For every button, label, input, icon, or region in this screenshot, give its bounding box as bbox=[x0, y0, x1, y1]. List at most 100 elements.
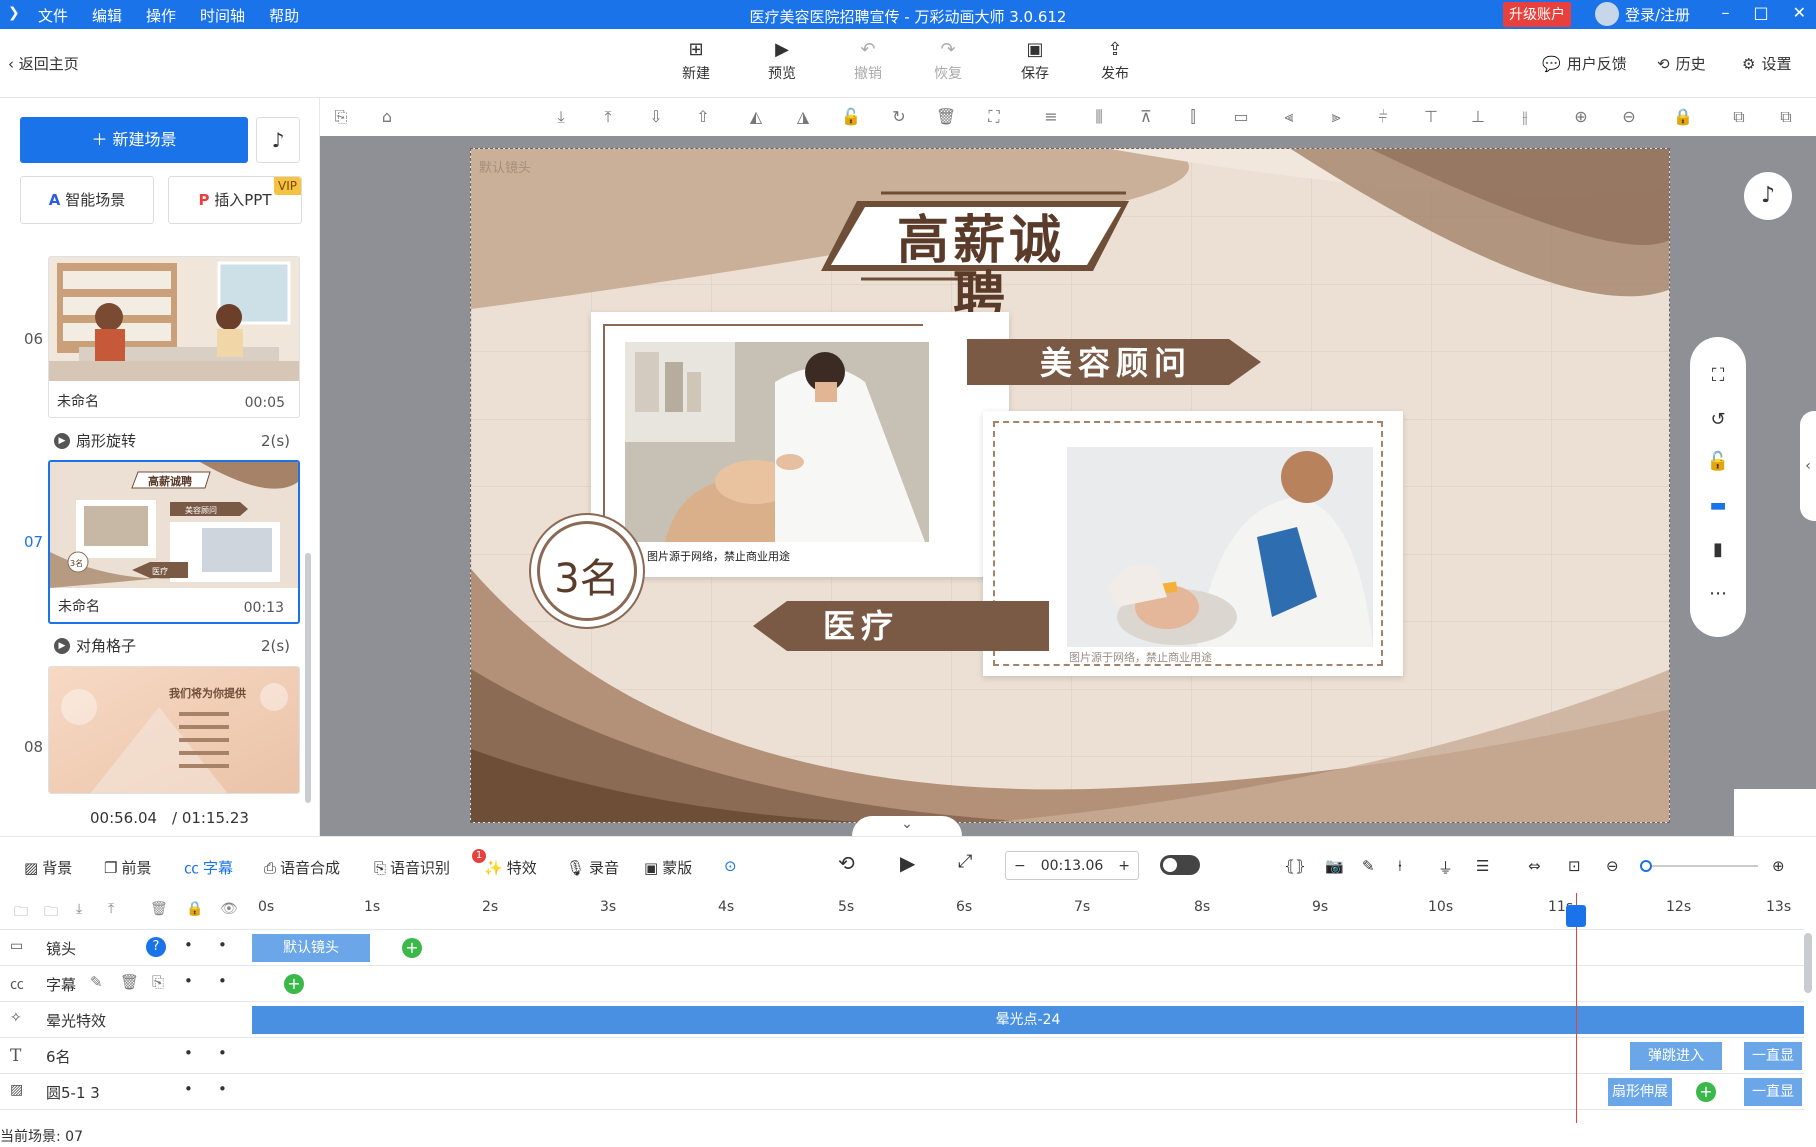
format-painter-icon[interactable]: ⎘ bbox=[330, 106, 352, 128]
playhead-handle[interactable] bbox=[1566, 905, 1586, 927]
add-keyframe-icon[interactable]: + bbox=[284, 974, 304, 994]
foreground-button[interactable]: ❐ 前景 bbox=[104, 857, 151, 878]
scene-card-08[interactable]: 我们将为你提供 bbox=[48, 666, 300, 794]
transition-item[interactable]: ▶ 扇形旋转 2(s) bbox=[54, 430, 290, 451]
move-top-icon[interactable]: ⤒ bbox=[597, 106, 619, 128]
eye-icon[interactable]: 👁 bbox=[220, 901, 238, 917]
rotate-icon[interactable]: ↺ bbox=[1706, 409, 1730, 433]
redo-button[interactable]: ↷ 恢复 bbox=[918, 39, 978, 83]
fit-screen-icon[interactable]: ⛶ bbox=[1706, 365, 1730, 389]
tts-button[interactable]: ⎙ 语音合成 bbox=[264, 857, 340, 878]
filter-icon[interactable]: ⏚ bbox=[1438, 857, 1453, 878]
new-button[interactable]: ⊞ 新建 bbox=[666, 39, 726, 83]
zoom-in-icon[interactable]: ⊕ bbox=[1570, 106, 1592, 128]
track-label-subtitle[interactable]: ㏄ 字幕 ✎ 🗑 ⎘ • • bbox=[0, 966, 252, 1002]
music-button[interactable]: ♪ bbox=[256, 117, 300, 163]
align-left-icon[interactable]: ⫷ bbox=[1278, 106, 1300, 128]
home-icon[interactable]: ⌂ bbox=[376, 106, 398, 128]
photo-frame-1[interactable]: 图片源于网络，禁止商业用途 bbox=[591, 312, 1009, 577]
play-button[interactable]: ▶ bbox=[900, 851, 915, 875]
clip[interactable]: 一直显 bbox=[1744, 1078, 1802, 1106]
move-up-icon[interactable]: ⇧ bbox=[692, 106, 714, 128]
fullscreen-button[interactable]: ⤢ bbox=[958, 851, 972, 872]
align-top-icon[interactable]: ⊤ bbox=[1420, 106, 1442, 128]
dot-icon[interactable]: • bbox=[218, 1044, 227, 1062]
align-bottom-icon[interactable]: ⊥ bbox=[1467, 106, 1489, 128]
timeline-scrollbar[interactable] bbox=[1804, 933, 1812, 993]
adjust-icon[interactable]: ☰ bbox=[1476, 857, 1489, 875]
help-icon[interactable]: ? bbox=[146, 937, 166, 957]
publish-button[interactable]: ⇪ 发布 bbox=[1085, 39, 1145, 83]
upgrade-account-button[interactable]: 升级账户 bbox=[1503, 2, 1571, 27]
subtitle-button[interactable]: ㏄字幕 bbox=[184, 857, 233, 878]
minus-icon[interactable]: − bbox=[1014, 858, 1026, 874]
folder-open-icon[interactable]: 🗀 bbox=[14, 901, 28, 925]
preview-button[interactable]: ▶ 预览 bbox=[752, 39, 812, 83]
clip[interactable]: 扇形伸展 bbox=[1608, 1078, 1672, 1106]
zoom-out-icon[interactable]: ⊖ bbox=[1606, 857, 1619, 875]
side-collapse-button[interactable]: ‹ bbox=[1800, 411, 1816, 521]
zoom-out-icon[interactable]: ⊖ bbox=[1618, 106, 1640, 128]
heading-text[interactable]: 高薪诚聘 bbox=[871, 213, 1091, 325]
music-float-button[interactable]: ♪ bbox=[1744, 172, 1792, 220]
time-input[interactable]: − 00:13.06 + bbox=[1005, 851, 1139, 880]
paste-icon[interactable]: ⧉ bbox=[1775, 106, 1797, 128]
track-row-subtitle[interactable]: + bbox=[252, 966, 1804, 1002]
mask-button[interactable]: ▣ 蒙版 bbox=[644, 857, 692, 878]
align-h-icon[interactable]: ≡ bbox=[1040, 106, 1062, 128]
dot-icon[interactable]: • bbox=[218, 972, 227, 990]
new-scene-button[interactable]: ＋ 新建场景 bbox=[20, 117, 248, 163]
clip[interactable]: 弹跳进入 bbox=[1630, 1042, 1722, 1070]
scene-card-07[interactable]: 高薪诚聘 美容顾问 医疗 3名 未命名 00:13 bbox=[48, 460, 300, 624]
scene-card-06[interactable]: 未命名 00:05 bbox=[48, 256, 300, 418]
distribute-v-icon[interactable]: ⫿ bbox=[1182, 106, 1204, 128]
clip[interactable]: 默认镜头 bbox=[252, 934, 370, 962]
add-keyframe-icon[interactable]: + bbox=[1696, 1082, 1716, 1102]
distribute-h-icon[interactable]: ⊼ bbox=[1135, 106, 1157, 128]
toggle-switch[interactable] bbox=[1160, 855, 1200, 875]
dot-icon[interactable]: • bbox=[218, 936, 227, 954]
job-title-2[interactable]: 医疗 bbox=[801, 605, 921, 647]
smart-scene-button[interactable]: A 智能场景 bbox=[20, 176, 154, 224]
fit-width-icon[interactable]: ⇔ bbox=[1528, 857, 1541, 875]
more-icon[interactable]: ⋯ bbox=[1706, 583, 1730, 607]
dot-icon[interactable]: • bbox=[184, 936, 193, 954]
landscape-icon[interactable]: ▬ bbox=[1706, 495, 1730, 519]
login-button[interactable]: 登录/注册 bbox=[1595, 2, 1690, 26]
lock-icon[interactable]: 🔒 bbox=[186, 901, 203, 917]
track-label-image[interactable]: ▨ 圆5-1 3 • • bbox=[0, 1074, 252, 1110]
spacing-icon[interactable]: ▭ bbox=[1230, 106, 1252, 128]
delete-icon[interactable]: 🗑 bbox=[150, 901, 168, 917]
asr-button[interactable]: ⎘ 语音识别 bbox=[374, 857, 450, 878]
history-button[interactable]: ⟲ 历史 bbox=[1657, 53, 1706, 74]
maximize-icon[interactable]: □ bbox=[1753, 3, 1768, 22]
add-keyframe-icon[interactable]: + bbox=[402, 938, 422, 958]
align-right-icon[interactable]: ⫸ bbox=[1325, 106, 1347, 128]
track-row-text[interactable]: 弹跳进入 一直显 bbox=[252, 1038, 1804, 1074]
plus-icon[interactable]: + bbox=[1118, 858, 1130, 874]
scene-canvas[interactable]: 默认镜头 高薪诚聘 图片源于网络，禁止商业用途 美容顾问 图片源于网络，禁止商业… bbox=[470, 148, 1670, 823]
dot-icon[interactable]: • bbox=[184, 1044, 193, 1062]
job-title-1[interactable]: 美容顾问 bbox=[1011, 342, 1221, 384]
track-label-text[interactable]: T 6名 • • bbox=[0, 1038, 252, 1074]
collapse-stage-button[interactable]: ⌄ bbox=[852, 816, 962, 836]
track-row-effect[interactable]: 晕光点-24 bbox=[252, 1002, 1804, 1038]
dot-icon[interactable]: • bbox=[184, 1080, 193, 1098]
dot-icon[interactable]: • bbox=[184, 972, 193, 990]
crop-icon[interactable]: ⛶ bbox=[983, 106, 1005, 128]
save-button[interactable]: ▣ 保存 bbox=[1005, 39, 1065, 83]
lock-icon[interactable]: 🔓 bbox=[1706, 451, 1730, 475]
split-icon[interactable]: ⍿ bbox=[1398, 857, 1402, 875]
track-row-image[interactable]: 扇形伸展 + 一直显 bbox=[252, 1074, 1804, 1110]
delete-icon[interactable]: 🗑 bbox=[120, 973, 139, 991]
edit-icon[interactable]: ✎ bbox=[1362, 857, 1375, 875]
edit-icon[interactable]: ✎ bbox=[90, 973, 103, 991]
move-down-icon[interactable]: ⤓ bbox=[76, 901, 82, 917]
copy-icon[interactable]: ⧉ bbox=[1728, 106, 1750, 128]
back-home-button[interactable]: ‹ 返回主页 bbox=[8, 53, 79, 74]
more-tools-button[interactable]: ⊙ bbox=[724, 857, 737, 875]
effect-button[interactable]: ✨ 特效 bbox=[484, 857, 537, 878]
clip[interactable]: 晕光点-24 bbox=[252, 1006, 1804, 1034]
flip-horizontal-icon[interactable]: ◭ bbox=[745, 106, 767, 128]
zoom-in-icon[interactable]: ⊕ bbox=[1772, 857, 1785, 875]
